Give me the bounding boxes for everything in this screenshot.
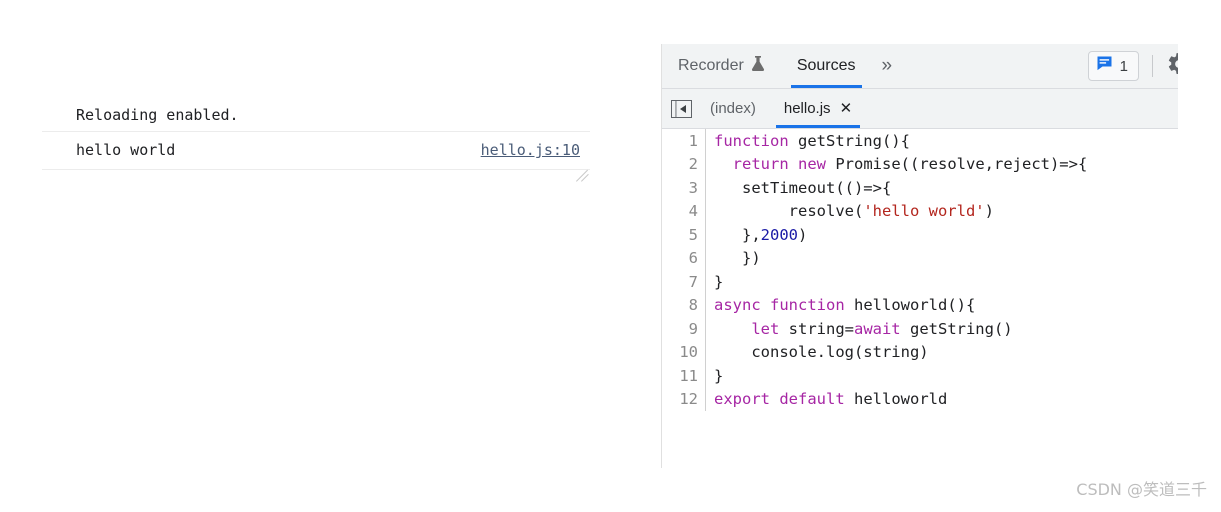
devtools-toolbar-right: 1 [1087,44,1178,88]
line-number[interactable]: 7 [662,270,706,294]
tab-sources-label: Sources [796,57,856,74]
code-line-text: setTimeout(()=>{ [714,178,892,197]
line-number[interactable]: 5 [662,223,706,247]
file-tab-hello-js-label: hello.js [783,100,831,117]
devtools-panel: huangchuanbo Recorder Sources » [661,44,1178,468]
message-count-label: 1 [1119,57,1128,75]
code-line-text: },2000) [714,225,808,244]
line-number[interactable]: 2 [662,152,706,176]
code-line-text: }) [714,249,761,268]
source-code-editor[interactable]: 1 function getString(){ 2 return new Promi… [662,129,1178,467]
message-bubble-icon [1096,55,1113,77]
code-line: 5 },2000) [662,223,1178,247]
code-line-text: } [714,366,724,385]
code-line: 8 async function helloworld(){ [662,293,1178,317]
flask-icon [751,55,765,77]
code-line-text: resolve('hello world') [714,202,994,221]
code-line-text: function getString(){ [714,131,910,150]
code-line-text: } [714,272,724,291]
close-icon[interactable]: ✕ [840,101,853,116]
file-tab-hello-js[interactable]: hello.js ✕ [769,89,867,128]
code-line: 4 resolve('hello world') [662,199,1178,223]
code-line: 12 export default helloworld [662,387,1178,411]
console-message-text: Reloading enabled. [76,106,239,124]
gear-icon[interactable] [1166,51,1178,82]
code-line: 3 setTimeout(()=>{ [662,176,1178,200]
code-line-text: console.log(string) [714,343,929,362]
code-line: 9 let string=await getString() [662,317,1178,341]
line-number[interactable]: 10 [662,340,706,364]
code-line: 10 console.log(string) [662,340,1178,364]
console-row: hello world hello.js:10 [42,132,590,170]
line-number[interactable]: 9 [662,317,706,341]
line-number[interactable]: 1 [662,129,706,153]
file-tab-index-label: (index) [710,100,756,117]
tab-recorder[interactable]: Recorder [662,44,781,88]
console-row: Reloading enabled. [42,106,590,132]
console-message-list: Reloading enabled. hello world hello.js:10 [42,106,590,170]
code-line: 7} [662,270,1178,294]
code-line-text: async function helloworld(){ [714,296,976,315]
line-number[interactable]: 8 [662,293,706,317]
toolbar-divider [1152,55,1153,77]
browser-console-panel: Reloading enabled. hello world hello.js:10 [0,0,600,190]
more-tabs-button[interactable]: » [872,56,903,75]
console-source-link[interactable]: hello.js:10 [481,141,580,159]
code-line-text: export default helloworld [714,390,948,409]
tab-recorder-label: Recorder [678,57,744,74]
code-line: 2 return new Promise((resolve,reject)=>{ [662,152,1178,176]
line-number[interactable]: 3 [662,176,706,200]
code-line-text: let string=await getString() [751,319,1013,338]
code-line: 1 function getString(){ [662,129,1178,153]
csdn-watermark-credit: CSDN @笑道三千 [1076,480,1207,499]
code-line-text: return new Promise((resolve,reject)=>{ [732,155,1088,174]
message-count-button[interactable]: 1 [1087,51,1139,81]
code-line: 6 }) [662,246,1178,270]
line-number[interactable]: 12 [662,387,706,411]
file-tab-index[interactable]: (index) [696,89,770,128]
show-navigator-icon[interactable] [666,99,696,118]
code-line: 11} [662,364,1178,388]
tab-sources[interactable]: Sources [781,44,872,88]
console-resize-handle[interactable] [576,168,590,182]
line-number[interactable]: 6 [662,246,706,270]
console-message-text: hello world [76,141,176,159]
line-number[interactable]: 11 [662,364,706,388]
devtools-file-tabbar: (index) hello.js ✕ [662,89,1178,129]
line-number[interactable]: 4 [662,199,706,223]
devtools-tabbar: Recorder Sources » 1 [662,44,1178,89]
